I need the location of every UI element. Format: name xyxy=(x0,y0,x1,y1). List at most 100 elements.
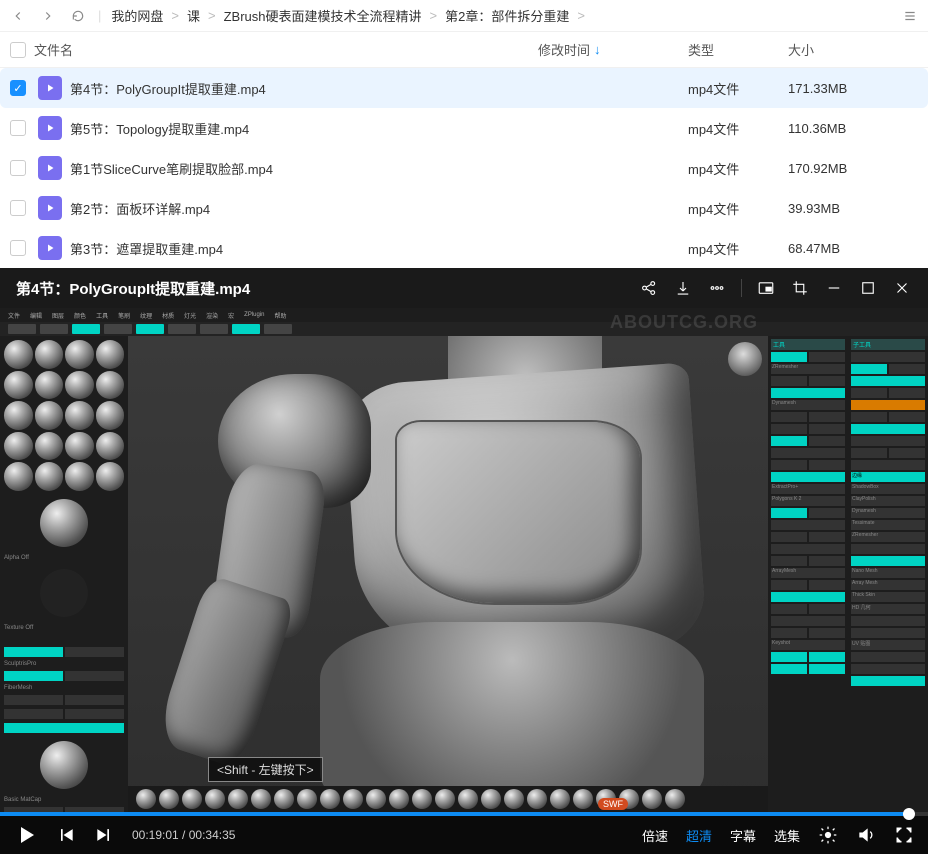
breadcrumb-sep: > xyxy=(430,8,438,23)
file-name: 第3节：遮罩提取重建.mp4 xyxy=(70,239,538,258)
pip-icon[interactable] xyxy=(756,278,776,298)
file-row[interactable]: 第2节：面板环详解.mp4 mp4文件 39.93MB xyxy=(0,188,928,228)
file-size: 110.36MB xyxy=(788,121,918,136)
row-checkbox[interactable] xyxy=(10,160,26,176)
video-viewport[interactable]: 文件编辑图层颜色工具笔刷纹理材质灯光渲染宏ZPlugin帮助 ABOUTCG.O… xyxy=(0,308,928,812)
zbrush-main: Alpha Off Texture Off SculptrisPro Fiber… xyxy=(0,336,928,812)
play-button[interactable] xyxy=(14,823,38,847)
file-row[interactable]: 第5节：Topology提取重建.mp4 mp4文件 110.36MB xyxy=(0,108,928,148)
swf-badge: SWF xyxy=(598,798,628,810)
maximize-icon[interactable] xyxy=(858,278,878,298)
column-header-label: 修改时间 xyxy=(538,40,590,59)
file-row[interactable]: 第1节SliceCurve笔刷提取脸部.mp4 mp4文件 170.92MB xyxy=(0,148,928,188)
nav-forward-button[interactable] xyxy=(38,6,58,26)
file-size: 171.33MB xyxy=(788,81,918,96)
playlist-button[interactable]: 选集 xyxy=(774,826,800,845)
keyboard-hint: <Shift - 左键按下> xyxy=(208,757,323,782)
hamburger-menu-button[interactable] xyxy=(900,6,920,26)
file-type: mp4文件 xyxy=(688,159,788,178)
settings-icon[interactable] xyxy=(818,825,838,845)
duration: 00:34:35 xyxy=(189,828,236,842)
file-type: mp4文件 xyxy=(688,239,788,258)
table-header: 文件名 修改时间 ↓ 类型 大小 xyxy=(0,32,928,68)
file-size: 170.92MB xyxy=(788,161,918,176)
minimize-icon[interactable] xyxy=(824,278,844,298)
progress-thumb[interactable] xyxy=(903,808,915,820)
time-separator: / xyxy=(179,828,189,842)
texture-preview xyxy=(40,569,88,617)
time-display: 00:19:01 / 00:34:35 xyxy=(132,828,235,842)
subtitle-button[interactable]: 字幕 xyxy=(730,826,756,845)
progress-bar[interactable] xyxy=(0,812,928,816)
close-icon[interactable] xyxy=(892,278,912,298)
file-type: mp4文件 xyxy=(688,199,788,218)
quality-button[interactable]: 超清 xyxy=(686,826,712,845)
file-name: 第5节：Topology提取重建.mp4 xyxy=(70,119,538,138)
file-row[interactable]: 第3节：遮罩提取重建.mp4 mp4文件 68.47MB xyxy=(0,228,928,268)
next-button[interactable] xyxy=(94,825,114,845)
volume-icon[interactable] xyxy=(856,825,876,845)
nav-separator: | xyxy=(98,8,101,23)
select-all-checkbox[interactable] xyxy=(10,42,26,58)
file-name: 第4节：PolyGroupIt提取重建.mp4 xyxy=(70,79,538,98)
breadcrumb-sep: > xyxy=(577,8,585,23)
model-preview xyxy=(128,336,768,812)
video-file-icon xyxy=(38,236,62,260)
speed-button[interactable]: 倍速 xyxy=(642,826,668,845)
sort-arrow-icon: ↓ xyxy=(594,42,601,57)
video-title: 第4节：PolyGroupIt提取重建.mp4 xyxy=(16,278,625,299)
current-time: 00:19:01 xyxy=(132,828,179,842)
video-player: 第4节：PolyGroupIt提取重建.mp4 文件编辑图层颜色工具笔刷纹理材质… xyxy=(0,268,928,854)
zbrush-left-panel: Alpha Off Texture Off SculptrisPro Fiber… xyxy=(0,336,128,812)
row-checkbox[interactable] xyxy=(10,80,26,96)
file-row[interactable]: 第4节：PolyGroupIt提取重建.mp4 mp4文件 171.33MB xyxy=(0,68,928,108)
current-brush-preview xyxy=(40,499,88,547)
breadcrumb-sep: > xyxy=(208,8,216,23)
column-header-type[interactable]: 类型 xyxy=(688,40,788,59)
file-size: 39.93MB xyxy=(788,201,918,216)
breadcrumb-item[interactable]: ZBrush硬表面建模技术全流程精讲 xyxy=(224,6,422,25)
video-file-icon xyxy=(38,156,62,180)
zbrush-topstrip xyxy=(0,322,928,336)
video-file-icon xyxy=(38,76,62,100)
prev-button[interactable] xyxy=(56,825,76,845)
breadcrumb-item[interactable]: 第2章：部件拆分重建 xyxy=(445,6,569,25)
video-file-icon xyxy=(38,196,62,220)
fullscreen-icon[interactable] xyxy=(894,825,914,845)
crop-icon[interactable] xyxy=(790,278,810,298)
file-type: mp4文件 xyxy=(688,119,788,138)
breadcrumb-item[interactable]: 我的网盘 xyxy=(111,6,163,25)
brush-grid xyxy=(4,340,124,491)
row-checkbox[interactable] xyxy=(10,200,26,216)
row-checkbox[interactable] xyxy=(10,240,26,256)
share-icon[interactable] xyxy=(639,278,659,298)
row-checkbox[interactable] xyxy=(10,120,26,136)
nav-back-button[interactable] xyxy=(8,6,28,26)
breadcrumb-item[interactable]: 课 xyxy=(187,6,200,25)
nav-refresh-button[interactable] xyxy=(68,6,88,26)
video-file-icon xyxy=(38,116,62,140)
video-watermark: ABOUTCG.ORG xyxy=(610,312,758,333)
zbrush-viewport: <Shift - 左键按下> xyxy=(128,336,768,812)
column-header-size[interactable]: 大小 xyxy=(788,40,918,59)
video-toolbar: 第4节：PolyGroupIt提取重建.mp4 xyxy=(0,268,928,308)
top-nav: | 我的网盘 > 课 > ZBrush硬表面建模技术全流程精讲 > 第2章：部件… xyxy=(0,0,928,32)
more-icon[interactable] xyxy=(707,278,727,298)
zbrush-right-panel: 工具 ZRemesher Dynamesh ExtractPro+ Polygo… xyxy=(768,336,928,812)
breadcrumb: 我的网盘 > 课 > ZBrush硬表面建模技术全流程精讲 > 第2章：部件拆分… xyxy=(111,6,585,25)
file-type: mp4文件 xyxy=(688,79,788,98)
file-table: 文件名 修改时间 ↓ 类型 大小 第4节：PolyGroupIt提取重建.mp4… xyxy=(0,32,928,268)
breadcrumb-sep: > xyxy=(171,8,179,23)
file-name: 第2节：面板环详解.mp4 xyxy=(70,199,538,218)
file-size: 68.47MB xyxy=(788,241,918,256)
column-header-name[interactable]: 文件名 xyxy=(34,40,538,59)
column-header-modified[interactable]: 修改时间 ↓ xyxy=(538,40,688,59)
download-icon[interactable] xyxy=(673,278,693,298)
alpha-label: Alpha Off xyxy=(4,555,124,561)
material-shelf xyxy=(128,786,768,812)
progress-fill xyxy=(0,812,909,816)
file-name: 第1节SliceCurve笔刷提取脸部.mp4 xyxy=(70,159,538,178)
zbrush-menubar: 文件编辑图层颜色工具笔刷纹理材质灯光渲染宏ZPlugin帮助 xyxy=(0,308,928,322)
video-controls: 00:19:01 / 00:34:35 倍速 超清 字幕 选集 xyxy=(0,812,928,854)
material-preview xyxy=(40,741,88,789)
